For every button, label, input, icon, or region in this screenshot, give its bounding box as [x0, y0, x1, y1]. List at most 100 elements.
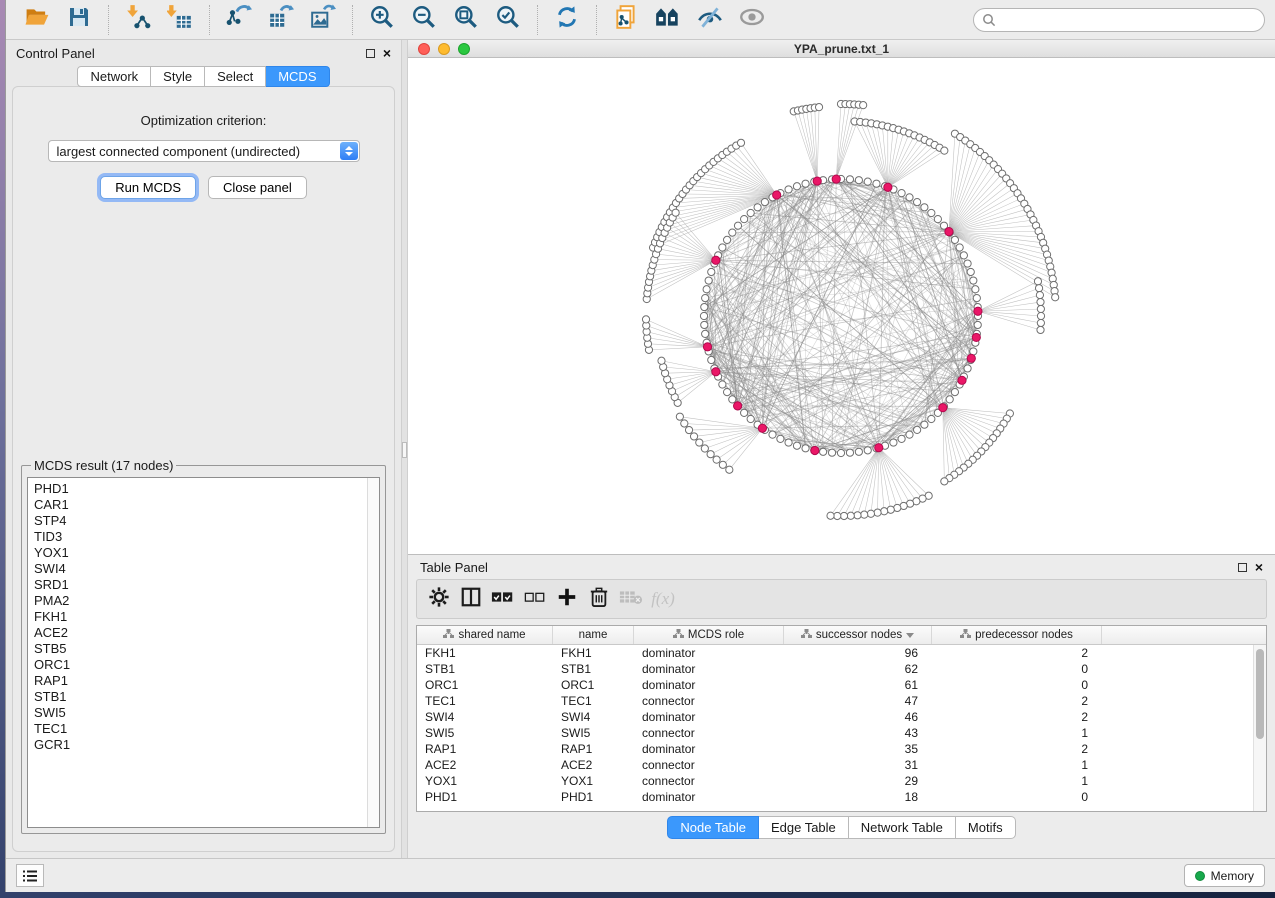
- memory-button[interactable]: Memory: [1184, 864, 1265, 887]
- mcds-result-item[interactable]: SWI4: [34, 561, 373, 577]
- mcds-result-item[interactable]: SWI5: [34, 705, 373, 721]
- save-button[interactable]: [62, 4, 96, 36]
- search-box[interactable]: [973, 8, 1265, 32]
- close-panel-icon[interactable]: ×: [383, 46, 391, 60]
- close-table-panel-icon[interactable]: ×: [1255, 560, 1263, 574]
- column-header-predecessor-nodes[interactable]: predecessor nodes: [932, 626, 1102, 644]
- mcds-result-item[interactable]: PHD1: [34, 481, 373, 497]
- column-header-successor-nodes[interactable]: successor nodes: [784, 626, 932, 644]
- search-input[interactable]: [996, 13, 1256, 27]
- export-table-button[interactable]: [264, 4, 298, 36]
- export-table-icon: [268, 4, 294, 35]
- hide-selected-button[interactable]: [693, 4, 727, 36]
- tab-edge-table[interactable]: Edge Table: [759, 816, 849, 839]
- clone-network-button[interactable]: [609, 4, 643, 36]
- toolbar-separator: [596, 5, 597, 35]
- cell-predecessor-nodes: 1: [932, 773, 1102, 789]
- zoom-in-button[interactable]: [365, 4, 399, 36]
- table-row[interactable]: ACE2ACE2connector311: [417, 757, 1266, 773]
- zoom-out-button[interactable]: [407, 4, 441, 36]
- tab-motifs[interactable]: Motifs: [956, 816, 1016, 839]
- delete-columns-button[interactable]: [583, 584, 615, 614]
- network-window-titlebar[interactable]: YPA_prune.txt_1: [408, 40, 1275, 58]
- cell-MCDS-role: dominator: [634, 661, 784, 677]
- list-icon: [22, 869, 38, 883]
- mcds-result-item[interactable]: ORC1: [34, 657, 373, 673]
- show-columns-button[interactable]: [455, 584, 487, 614]
- table-row[interactable]: STB1STB1dominator620: [417, 661, 1266, 677]
- tab-style[interactable]: Style: [151, 66, 205, 87]
- cell-successor-nodes: 35: [784, 741, 932, 757]
- column-header-MCDS-role[interactable]: MCDS role: [634, 626, 784, 644]
- mcds-result-item[interactable]: PMA2: [34, 593, 373, 609]
- import-table-button[interactable]: [163, 4, 197, 36]
- mcds-result-item[interactable]: STP4: [34, 513, 373, 529]
- mcds-result-item[interactable]: YOX1: [34, 545, 373, 561]
- mcds-result-item[interactable]: STB1: [34, 689, 373, 705]
- mcds-result-item[interactable]: GCR1: [34, 737, 373, 753]
- task-history-button[interactable]: [16, 864, 44, 887]
- tab-network-table[interactable]: Network Table: [849, 816, 956, 839]
- tab-mcds[interactable]: MCDS: [266, 66, 329, 87]
- mcds-result-item[interactable]: FKH1: [34, 609, 373, 625]
- mcds-result-item[interactable]: STB5: [34, 641, 373, 657]
- panel-splitter[interactable]: [401, 40, 408, 858]
- mcds-result-item[interactable]: SRD1: [34, 577, 373, 593]
- float-panel-icon[interactable]: [366, 49, 375, 58]
- export-network-button[interactable]: [222, 4, 256, 36]
- table-row[interactable]: SWI4SWI4dominator462: [417, 709, 1266, 725]
- zoom-fit-button[interactable]: [449, 4, 483, 36]
- cell-predecessor-nodes: 2: [932, 709, 1102, 725]
- first-neighbors-icon: [654, 4, 682, 35]
- cell-name: SWI4: [553, 709, 634, 725]
- table-row[interactable]: TEC1TEC1connector472: [417, 693, 1266, 709]
- cell-successor-nodes: 29: [784, 773, 932, 789]
- cell-name: YOX1: [553, 773, 634, 789]
- table-scrollbar[interactable]: [1253, 645, 1266, 811]
- table-row[interactable]: PHD1PHD1dominator180: [417, 789, 1266, 805]
- network-canvas[interactable]: [408, 58, 1275, 554]
- first-neighbors-button[interactable]: [651, 4, 685, 36]
- refresh-button[interactable]: [550, 4, 584, 36]
- mcds-result-item[interactable]: TEC1: [34, 721, 373, 737]
- zoom-selected-button[interactable]: [491, 4, 525, 36]
- add-column-button[interactable]: [551, 584, 583, 614]
- table-row[interactable]: ORC1ORC1dominator610: [417, 677, 1266, 693]
- cell-successor-nodes: 18: [784, 789, 932, 805]
- mcds-result-item[interactable]: CAR1: [34, 497, 373, 513]
- open-folder-button[interactable]: [20, 4, 54, 36]
- tab-network[interactable]: Network: [77, 66, 151, 87]
- splitter-handle-icon[interactable]: [402, 442, 407, 458]
- show-all-button[interactable]: [735, 4, 769, 36]
- import-network-button[interactable]: [121, 4, 155, 36]
- toolbar-separator: [209, 5, 210, 35]
- table-scrollbar-thumb[interactable]: [1256, 649, 1264, 739]
- delete-table-icon: [619, 588, 643, 611]
- unselect-all-columns-button[interactable]: [519, 584, 551, 614]
- table-row[interactable]: YOX1YOX1connector291: [417, 773, 1266, 789]
- cell-MCDS-role: dominator: [634, 677, 784, 693]
- tab-select[interactable]: Select: [205, 66, 266, 87]
- table-row[interactable]: RAP1RAP1dominator352: [417, 741, 1266, 757]
- mcds-result-scrollbar[interactable]: [367, 478, 379, 827]
- mcds-result-item[interactable]: RAP1: [34, 673, 373, 689]
- close-panel-button[interactable]: Close panel: [208, 176, 307, 199]
- mcds-result-item[interactable]: ACE2: [34, 625, 373, 641]
- select-all-columns-button[interactable]: [487, 584, 519, 614]
- float-table-panel-icon[interactable]: [1238, 563, 1247, 572]
- cell-shared-name: PHD1: [417, 789, 553, 805]
- mcds-result-item[interactable]: TID3: [34, 529, 373, 545]
- column-header-name[interactable]: name: [553, 626, 634, 644]
- table-row[interactable]: SWI5SWI5connector431: [417, 725, 1266, 741]
- table-row[interactable]: FKH1FKH1dominator962: [417, 645, 1266, 661]
- settings-button[interactable]: [423, 584, 455, 614]
- cell-predecessor-nodes: 1: [932, 757, 1102, 773]
- tab-node-table[interactable]: Node Table: [667, 816, 759, 839]
- mcds-result-list[interactable]: PHD1CAR1STP4TID3YOX1SWI4SRD1PMA2FKH1ACE2…: [28, 478, 379, 756]
- optimization-criterion-select[interactable]: largest connected component (undirected): [48, 140, 360, 162]
- column-header-shared-name[interactable]: shared name: [417, 626, 553, 644]
- export-image-button[interactable]: [306, 4, 340, 36]
- cell-successor-nodes: 46: [784, 709, 932, 725]
- run-mcds-button[interactable]: Run MCDS: [100, 176, 196, 199]
- table-toolbar: f(x): [416, 579, 1267, 619]
